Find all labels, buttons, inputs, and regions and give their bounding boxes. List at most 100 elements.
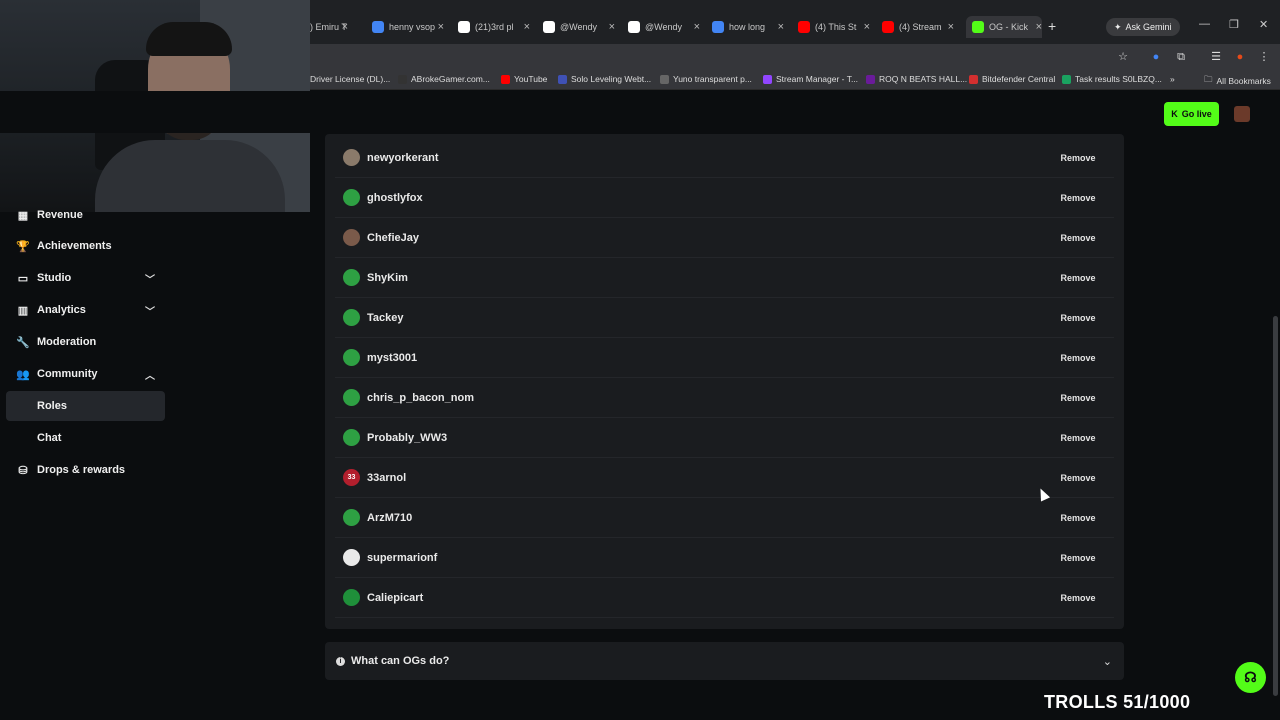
browser-tab[interactable]: (4) Stream × — [882, 16, 954, 38]
restore-icon[interactable]: ❐ — [1229, 18, 1239, 31]
dollar-icon: ▦ — [17, 209, 29, 222]
browser-tab[interactable]: @Wendy × — [628, 16, 700, 38]
sidebar-item-label: Community — [37, 368, 98, 380]
remove-button[interactable]: Remove — [1052, 467, 1104, 489]
bookmark-star-icon[interactable]: ☆ — [1116, 50, 1130, 64]
close-window-icon[interactable]: ✕ — [1259, 18, 1268, 31]
what-can-ogs-do-accordion[interactable]: i What can OGs do? ⌄ — [325, 642, 1124, 680]
tab-close-icon[interactable]: × — [609, 21, 615, 33]
bookmark-item[interactable]: ABrokeGamer.com... — [398, 74, 490, 84]
google-lens-icon[interactable]: ● — [1149, 50, 1163, 64]
user-avatar — [343, 269, 360, 286]
sidebar-item-chat[interactable]: Chat — [6, 423, 165, 453]
remove-button[interactable]: Remove — [1052, 227, 1104, 249]
tab-close-icon[interactable]: × — [694, 21, 700, 33]
sidebar-item-analytics[interactable]: ▥ Analytics ﹀ — [6, 295, 165, 325]
bookmark-item[interactable]: Yuno transparent p... — [660, 74, 752, 84]
tab-close-icon[interactable]: × — [438, 21, 444, 33]
user-avatar[interactable] — [1234, 106, 1250, 122]
chevron-up-icon: ︿ — [145, 370, 155, 382]
gift-icon: ⛁ — [18, 464, 28, 477]
og-user-row: ShyKim Remove — [335, 258, 1114, 298]
remove-button[interactable]: Remove — [1052, 427, 1104, 449]
browser-tab[interactable]: @Wendy × — [543, 16, 615, 38]
browser-tab[interactable]: OG - Kick × — [966, 16, 1042, 38]
chevron-down-icon: ﹀ — [145, 274, 155, 286]
tab-favicon-icon — [882, 21, 894, 33]
folder-icon: 🗀 — [1204, 74, 1213, 84]
chevron-down-icon: ﹀ — [145, 306, 155, 318]
remove-button[interactable]: Remove — [1052, 187, 1104, 209]
og-user-row: chris_p_bacon_nom Remove — [335, 378, 1114, 418]
sidebar-item-roles[interactable]: Roles — [6, 391, 165, 421]
bookmark-favicon-icon — [763, 74, 772, 84]
og-user-row: ghostlyfox Remove — [335, 178, 1114, 218]
user-avatar — [343, 189, 360, 206]
extensions-icon[interactable]: ⧉ — [1174, 50, 1188, 64]
bookmarks-overflow-button[interactable]: » — [1170, 74, 1175, 84]
media-controls-icon[interactable]: ☰ — [1209, 50, 1223, 64]
page-scrollbar[interactable] — [1273, 316, 1278, 696]
tab-label: (21)3rd pl — [475, 22, 514, 32]
bookmark-item[interactable]: ROQ N BEATS HALL... — [866, 74, 967, 84]
bookmark-item[interactable]: Stream Manager - T... — [763, 74, 858, 84]
tab-label: @Wendy — [645, 22, 682, 32]
browser-tab[interactable]: (21)3rd pl × — [458, 16, 530, 38]
browser-tab[interactable]: ) Emiru T × — [310, 16, 348, 38]
og-user-row: newyorkerant Remove — [335, 138, 1114, 178]
kick-logo-icon: K — [1171, 109, 1178, 119]
site-header — [0, 91, 1280, 133]
remove-button[interactable]: Remove — [1052, 387, 1104, 409]
remove-button[interactable]: Remove — [1052, 267, 1104, 289]
bookmark-favicon-icon — [969, 74, 978, 84]
tab-close-icon[interactable]: × — [1036, 21, 1042, 33]
remove-button[interactable]: Remove — [1052, 147, 1104, 169]
tab-close-icon[interactable]: × — [524, 21, 530, 33]
user-avatar — [343, 309, 360, 326]
browser-tab[interactable]: (4) This St × — [798, 16, 870, 38]
browser-tab[interactable]: henny vsop × — [372, 16, 444, 38]
bookmark-item[interactable]: Driver License (DL)... — [310, 74, 390, 84]
remove-button[interactable]: Remove — [1052, 307, 1104, 329]
info-icon: i — [336, 656, 345, 666]
community-icon: 👥 — [16, 368, 30, 381]
remove-button[interactable]: Remove — [1052, 347, 1104, 369]
tab-favicon-icon — [458, 21, 470, 33]
headset-icon: ☊ — [1244, 669, 1257, 685]
user-avatar: 33 — [343, 469, 360, 486]
new-tab-button[interactable]: + — [1048, 18, 1056, 34]
tab-close-icon[interactable]: × — [864, 21, 870, 33]
sidebar-item-revenue[interactable]: ▦ Revenue — [6, 200, 165, 230]
kebab-menu-icon[interactable]: ⋮ — [1257, 50, 1271, 64]
sidebar-item-studio[interactable]: ▭ Studio ﹀ — [6, 263, 165, 293]
bookmark-item[interactable]: YouTube — [501, 74, 547, 84]
bookmark-label: YouTube — [514, 74, 548, 84]
bookmark-favicon-icon — [398, 74, 407, 84]
sidebar-item-moderation[interactable]: 🔧 Moderation — [6, 327, 165, 357]
user-avatar — [343, 589, 360, 606]
bookmark-item[interactable]: Task results S0LBZQ... — [1062, 74, 1162, 84]
minimize-icon[interactable]: — — [1199, 18, 1210, 30]
tab-close-icon[interactable]: × — [948, 21, 954, 33]
support-chat-button[interactable]: ☊ — [1235, 662, 1266, 693]
browser-tab[interactable]: how long × — [712, 16, 784, 38]
sidebar-item-label: Roles — [37, 400, 67, 412]
sidebar-item-achievements[interactable]: 🏆 Achievements — [6, 231, 165, 261]
bookmark-item[interactable]: Solo Leveling Webt... — [558, 74, 651, 84]
remove-button[interactable]: Remove — [1052, 587, 1104, 609]
all-bookmarks-button[interactable]: 🗀 All Bookmarks — [1204, 74, 1271, 88]
ask-gemini-button[interactable]: ✦ Ask Gemini — [1106, 18, 1180, 36]
sidebar-item-drops-rewards[interactable]: ⛁ Drops & rewards — [6, 455, 165, 485]
remove-button[interactable]: Remove — [1052, 507, 1104, 529]
user-avatar — [343, 509, 360, 526]
bookmark-item[interactable]: Bitdefender Central — [969, 74, 1055, 84]
go-live-label: Go live — [1181, 109, 1212, 119]
profile-avatar-icon[interactable]: ● — [1233, 50, 1247, 64]
tab-close-icon[interactable]: × — [342, 21, 348, 33]
tab-close-icon[interactable]: × — [778, 21, 784, 33]
og-user-row: myst3001 Remove — [335, 338, 1114, 378]
remove-button[interactable]: Remove — [1052, 547, 1104, 569]
go-live-button[interactable]: K Go live — [1164, 102, 1219, 126]
faq-question: What can OGs do? — [351, 655, 450, 667]
sidebar-item-community[interactable]: 👥 Community ︿ — [6, 359, 165, 389]
